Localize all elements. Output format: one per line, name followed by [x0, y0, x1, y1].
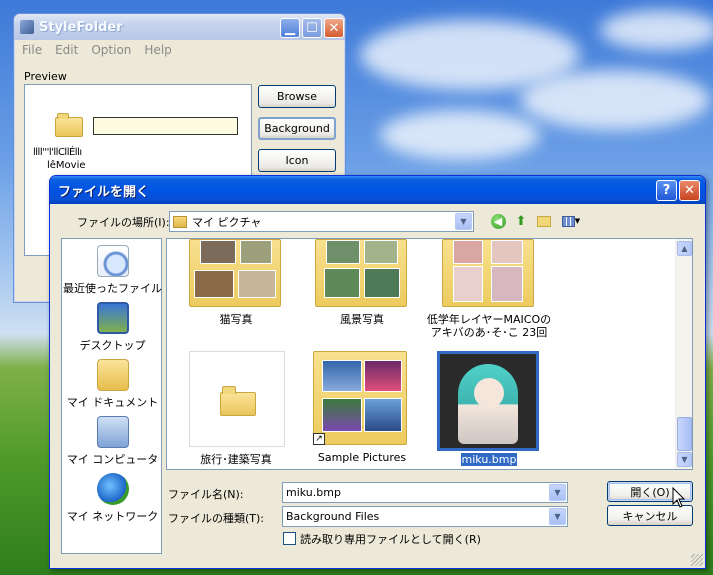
new-folder-icon[interactable]	[535, 212, 553, 230]
file-label: 風景写真	[340, 313, 384, 326]
filetype-label: ファイルの種類(T):	[168, 512, 265, 525]
dialog-close-button[interactable]: ✕	[679, 180, 700, 201]
place-my-network[interactable]: マイ ネットワーク	[62, 473, 163, 524]
my-documents-icon	[96, 359, 129, 391]
scroll-thumb[interactable]	[677, 417, 692, 451]
preview-folder-icon	[55, 113, 83, 137]
look-in-value: マイ ピクチャ	[192, 215, 262, 229]
resize-grip-icon[interactable]	[691, 554, 703, 566]
browse-button[interactable]: Browse	[258, 85, 336, 108]
place-desktop-label: デスクトップ	[79, 339, 146, 352]
file-label: Sample Pictures	[317, 451, 407, 464]
chevron-down-icon[interactable]: ▼	[455, 213, 472, 230]
preview-caption-2: lêMovie	[47, 160, 86, 171]
desktop-icon	[96, 302, 129, 334]
help-button[interactable]: ?	[656, 180, 677, 201]
help-icon: ?	[662, 183, 671, 198]
up-folder-icon[interactable]: ⬆	[512, 212, 530, 230]
menu-edit[interactable]: Edit	[55, 43, 78, 57]
file-item-sample-pictures[interactable]: ↗ Sample Pictures	[307, 351, 417, 469]
my-computer-icon	[96, 416, 129, 448]
icon-button[interactable]: Icon	[258, 149, 336, 172]
maximize-icon: ☐	[306, 20, 318, 36]
file-label: 低学年レイヤーMAICOの アキバのあ･そ･こ 23回	[419, 313, 559, 339]
place-recent-label: 最近使ったファイル	[63, 282, 162, 295]
minimize-icon: ▁	[285, 20, 295, 36]
folder-thumbnail	[442, 239, 534, 307]
file-list: 猫写真 風景写真 低学年レイヤーMAICOの アキバのあ･そ･こ 23回 旅行･…	[166, 238, 693, 470]
chevron-down-icon[interactable]: ▼	[549, 508, 566, 525]
look-in-label: ファイルの場所(I):	[77, 216, 170, 229]
file-item-maico[interactable]: 低学年レイヤーMAICOの アキバのあ･そ･こ 23回	[427, 239, 551, 339]
readonly-checkbox[interactable]	[283, 532, 296, 545]
filename-label: ファイル名(N):	[168, 488, 244, 501]
view-menu-icon[interactable]: ▼	[558, 212, 584, 230]
recent-documents-icon	[96, 245, 129, 277]
filename-value: miku.bmp	[286, 486, 341, 499]
menu-file[interactable]: File	[22, 43, 42, 57]
place-my-network-label: マイ ネットワーク	[66, 510, 159, 523]
place-my-computer[interactable]: マイ コンピュータ	[62, 416, 163, 467]
look-in-combo[interactable]: マイ ピクチャ ▼	[169, 211, 474, 232]
file-item-travel[interactable]: 旅行･建築写真	[181, 351, 291, 469]
maximize-button[interactable]: ☐	[302, 18, 322, 38]
folder-thumbnail	[315, 239, 407, 307]
background-button[interactable]: Background	[258, 117, 336, 140]
scroll-up-icon[interactable]: ▲	[677, 241, 692, 256]
place-recent[interactable]: 最近使ったファイル	[62, 245, 163, 296]
file-item-miku[interactable]: miku.bmp	[434, 351, 544, 469]
back-icon[interactable]: ◀	[489, 212, 507, 230]
menu-option[interactable]: Option	[91, 43, 131, 57]
filetype-select[interactable]: Background Files ▼	[282, 506, 568, 527]
places-bar: 最近使ったファイル デスクトップ マイ ドキュメント マイ コンピュータ マイ …	[61, 238, 162, 554]
stylefolder-app-icon	[20, 20, 34, 34]
place-my-documents-label: マイ ドキュメント	[66, 396, 159, 409]
close-icon: ✕	[328, 20, 340, 36]
preview-caption: llll'''l'llCllÉllı	[33, 147, 82, 158]
menu-help[interactable]: Help	[144, 43, 171, 57]
folder-icon	[220, 386, 256, 416]
place-desktop[interactable]: デスクトップ	[62, 302, 163, 353]
open-file-dialog: ファイルを開く ? ✕ ファイルの場所(I): マイ ピクチャ ▼ ◀ ⬆ ▼ …	[49, 175, 706, 569]
file-label: 猫写真	[219, 313, 253, 326]
file-label: miku.bmp	[419, 453, 559, 466]
selected-file-label: miku.bmp	[460, 453, 518, 466]
scroll-down-icon[interactable]: ▼	[677, 452, 692, 467]
minimize-button[interactable]: ▁	[280, 18, 300, 38]
dialog-title: ファイルを開く	[58, 184, 150, 200]
place-my-computer-label: マイ コンピュータ	[66, 453, 159, 466]
dialog-titlebar[interactable]: ファイルを開く	[50, 176, 705, 204]
readonly-label: 読み取り専用ファイルとして開く(R)	[300, 533, 481, 546]
file-label-line-1: 低学年レイヤーMAICOの	[426, 313, 552, 326]
file-label: 旅行･建築写真	[200, 453, 272, 466]
preview-name-box[interactable]	[93, 117, 238, 135]
my-network-icon	[96, 473, 129, 505]
filetype-value: Background Files	[286, 510, 380, 523]
shortcut-arrow-icon: ↗	[313, 433, 325, 445]
image-thumbnail	[437, 351, 539, 451]
close-button[interactable]: ✕	[324, 18, 344, 38]
thumbnail-frame	[189, 351, 285, 447]
preview-label: Preview	[24, 70, 67, 83]
stylefolder-title: StyleFolder	[39, 19, 123, 35]
file-label-line-2: アキバのあ･そ･こ 23回	[430, 326, 548, 339]
file-item-landscape[interactable]: 風景写真	[307, 239, 417, 339]
file-item-cats[interactable]: 猫写真	[181, 239, 291, 339]
place-my-documents[interactable]: マイ ドキュメント	[62, 359, 163, 410]
chevron-down-icon[interactable]: ▼	[549, 484, 566, 501]
folder-thumbnail	[313, 351, 407, 445]
folder-thumbnail	[189, 239, 281, 307]
filename-input[interactable]: miku.bmp ▼	[282, 482, 568, 503]
menu-bar: File Edit Option Help	[14, 40, 345, 60]
file-list-scrollbar[interactable]: ▲ ▼	[675, 239, 692, 469]
mouse-cursor-icon	[672, 487, 686, 508]
my-pictures-icon	[173, 215, 187, 228]
close-icon: ✕	[684, 183, 695, 198]
